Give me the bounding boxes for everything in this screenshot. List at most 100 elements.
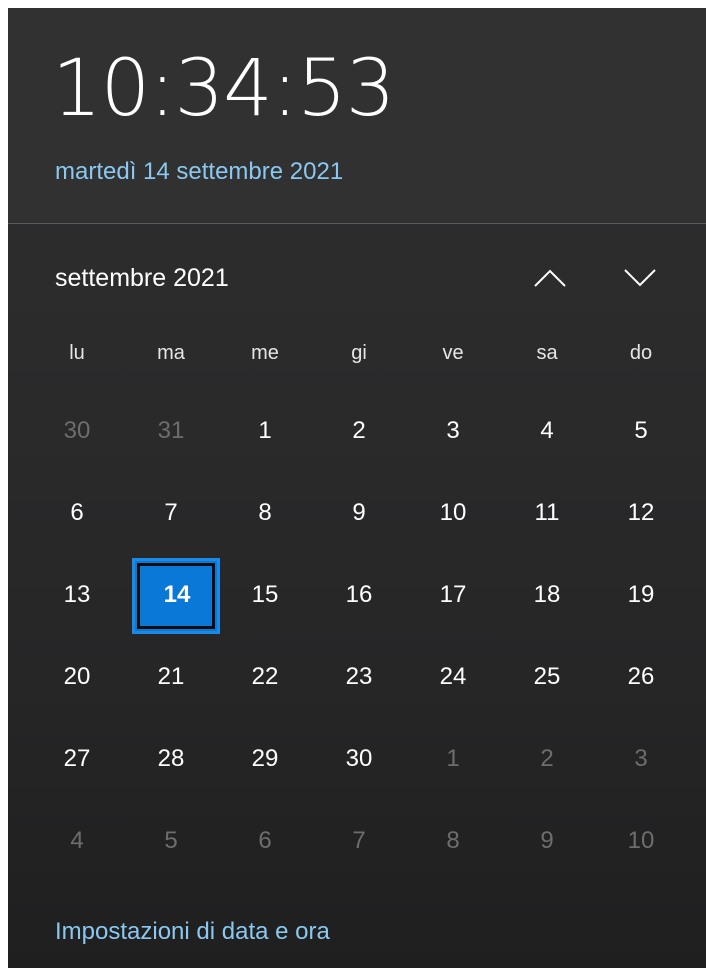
calendar-day-number: 27 [63,745,91,772]
calendar-week-row: 13 14 15 16 17 18 19 [30,554,700,636]
calendar-day[interactable]: 21 [124,636,218,718]
calendar-day[interactable]: 9 [500,800,594,882]
calendar-day[interactable]: 6 [30,472,124,554]
calendar-day[interactable]: 8 [406,800,500,882]
calendar-day-number: 8 [446,827,460,854]
weekday-label: ma [157,342,185,364]
calendar-day[interactable]: 24 [406,636,500,718]
calendar-day-number: 31 [157,417,185,444]
calendar-day[interactable]: 7 [312,800,406,882]
calendar-day[interactable]: 10 [594,800,688,882]
calendar-day[interactable]: 11 [500,472,594,554]
calendar-day[interactable]: 2 [312,390,406,472]
calendar-day[interactable]: 5 [594,390,688,472]
clock-time: 10:34:53 [52,44,395,134]
calendar-day[interactable]: 4 [500,390,594,472]
calendar-day-number: 14 [163,581,191,608]
chevron-up-icon [534,269,566,287]
calendar-day-number: 26 [627,663,655,690]
calendar-day-number: 9 [540,827,554,854]
calendar-day[interactable]: 16 [312,554,406,636]
calendar-day[interactable]: 1 [218,390,312,472]
calendar-day[interactable]: 4 [30,800,124,882]
calendar-week-row: 4 5 6 7 8 9 10 [30,800,700,882]
weekday-label: sa [536,342,558,364]
calendar-day[interactable]: 20 [30,636,124,718]
long-date-link[interactable]: martedì 14 settembre 2021 [55,158,343,186]
calendar-day[interactable]: 31 [124,390,218,472]
calendar-weeks: 30 31 1 2 3 4 5 6 7 8 9 10 11 12 13 14 15 16 17 18 19 20 21 22 2… [30,390,700,882]
calendar-day-number: 19 [627,581,655,608]
calendar-day[interactable]: 29 [218,718,312,800]
calendar-day[interactable]: 22 [218,636,312,718]
calendar-day[interactable]: 1 [406,718,500,800]
calendar-day[interactable]: 23 [312,636,406,718]
calendar-day[interactable]: 28 [124,718,218,800]
weekday-label: me [251,342,279,364]
calendar-week-row: 6 7 8 9 10 11 12 [30,472,700,554]
calendar-day[interactable]: 25 [500,636,594,718]
previous-month-button[interactable] [527,258,573,298]
calendar-day-number: 5 [634,417,648,444]
calendar-week-row: 27 28 29 30 1 2 3 [30,718,700,800]
calendar-day[interactable]: 7 [124,472,218,554]
weekday-label: gi [351,342,367,364]
calendar-day[interactable]: 30 [30,390,124,472]
calendar-day-number: 29 [251,745,279,772]
calendar-day-number: 28 [157,745,185,772]
calendar-day-number: 30 [345,745,373,772]
calendar-day-number: 8 [258,499,272,526]
calendar-day-number: 18 [533,581,561,608]
calendar-day-number: 12 [627,499,655,526]
calendar-day-number: 4 [70,827,84,854]
calendar-day[interactable]: 27 [30,718,124,800]
calendar-day-number: 23 [345,663,373,690]
clock-calendar-flyout: 10:34:53 martedì 14 settembre 2021 sette… [8,8,706,968]
divider [8,223,706,224]
calendar-day[interactable]: 18 [500,554,594,636]
calendar-day[interactable]: 3 [406,390,500,472]
calendar-day[interactable]: 6 [218,800,312,882]
calendar-day[interactable]: 12 [594,472,688,554]
calendar-day-number: 9 [352,499,366,526]
calendar-day-number: 1 [446,745,460,772]
calendar-day-number: 2 [540,745,554,772]
calendar-grid: lu ma me gi ve sa do 30 31 1 2 3 4 5 6 7 8 9 10 11 12… [30,320,700,882]
clock-header: 10:34:53 martedì 14 settembre 2021 [8,8,706,223]
calendar-week-row: 20 21 22 23 24 25 26 [30,636,700,718]
calendar-day-number: 16 [345,581,373,608]
calendar-day[interactable]: 17 [406,554,500,636]
calendar-day-number: 25 [533,663,561,690]
calendar-day[interactable]: 26 [594,636,688,718]
calendar-day-selected[interactable]: 14 [124,554,220,636]
calendar-day-number: 11 [534,499,560,526]
calendar-day-number: 3 [634,745,648,772]
calendar-day[interactable]: 10 [406,472,500,554]
calendar-day[interactable]: 3 [594,718,688,800]
calendar-day-number: 2 [352,417,366,444]
calendar-day-number: 4 [540,417,554,444]
calendar-day-number: 7 [164,499,178,526]
calendar-day[interactable]: 9 [312,472,406,554]
chevron-down-icon [624,269,656,287]
calendar-day-number: 24 [439,663,467,690]
calendar-day[interactable]: 15 [218,554,312,636]
calendar-day[interactable]: 19 [594,554,688,636]
weekday-label: do [629,342,653,364]
calendar-day[interactable]: 13 [30,554,124,636]
calendar-day[interactable]: 30 [312,718,406,800]
date-time-settings-link[interactable]: Impostazioni di data e ora [55,918,330,946]
calendar-week-row: 30 31 1 2 3 4 5 [30,390,700,472]
calendar-day[interactable]: 8 [218,472,312,554]
calendar-day[interactable]: 5 [124,800,218,882]
calendar-day-number: 22 [251,663,279,690]
calendar-day-number: 30 [63,417,91,444]
calendar-day-number: 6 [258,827,272,854]
month-year-label[interactable]: settembre 2021 [55,264,229,293]
calendar-day-number: 15 [251,581,279,608]
next-month-button[interactable] [617,258,663,298]
calendar-day-number: 1 [258,417,272,444]
weekday-header-row: lu ma me gi ve sa do [30,320,700,390]
calendar-day-number: 3 [446,417,460,444]
calendar-day[interactable]: 2 [500,718,594,800]
